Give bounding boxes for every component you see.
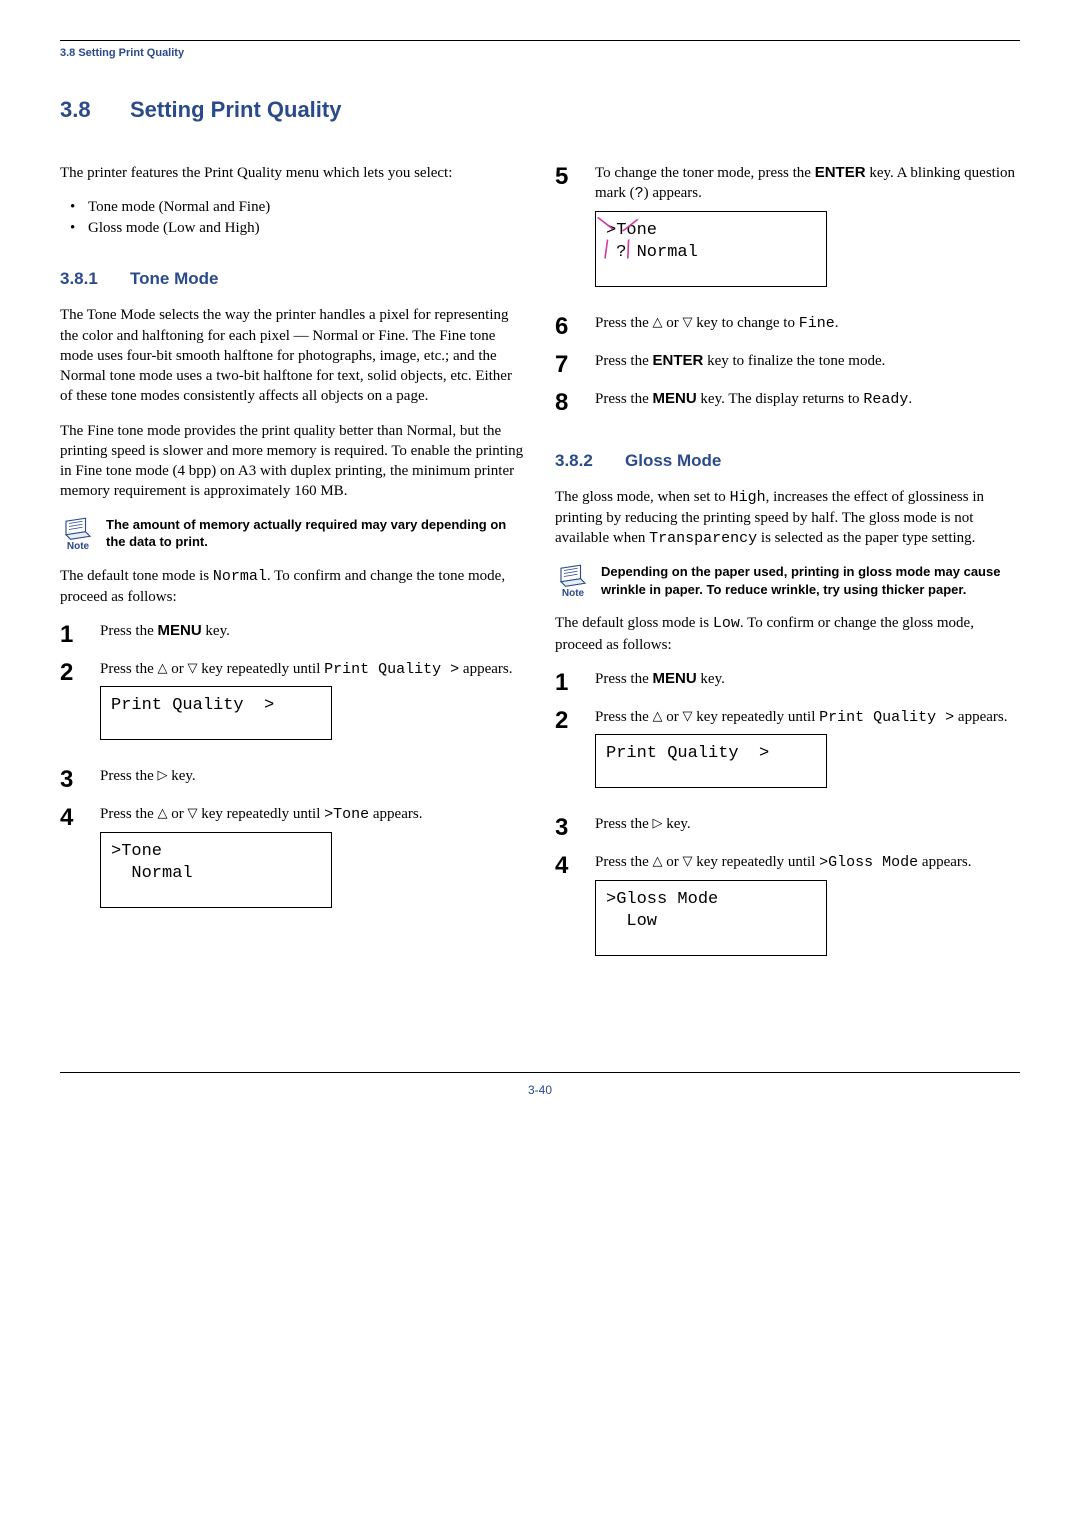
right-triangle-icon: ▷ — [158, 767, 168, 782]
up-triangle-icon: △ — [653, 708, 663, 723]
down-triangle-icon: ▽ — [188, 660, 198, 675]
step-number: 2 — [555, 707, 579, 802]
subsection-number: 3.8.1 — [60, 269, 130, 289]
subsection-title: 3.8.2Gloss Mode — [555, 451, 1020, 471]
up-triangle-icon: △ — [158, 660, 168, 675]
subsection-text: Tone Mode — [130, 269, 218, 288]
note-block: Note Depending on the paper used, printi… — [555, 563, 1020, 599]
step-number: 7 — [555, 351, 579, 377]
down-triangle-icon: ▽ — [683, 853, 693, 868]
lcd-display-blinking: ╲╱╲╱>Tone ? Normal — [595, 211, 827, 287]
step-number: 5 — [555, 163, 579, 301]
step-1: 1 Press the MENU key. — [60, 621, 525, 647]
section-number: 3.8 — [60, 97, 130, 123]
intro-paragraph: The printer features the Print Quality m… — [60, 163, 525, 183]
step-8: 8 Press the MENU key. The display return… — [555, 389, 1020, 415]
up-triangle-icon: △ — [158, 805, 168, 820]
step-4: 4 Press the △ or ▽ key repeatedly until … — [60, 804, 525, 921]
step-number: 6 — [555, 313, 579, 339]
bullet-item: Gloss mode (Low and High) — [60, 218, 525, 239]
down-triangle-icon: ▽ — [683, 708, 693, 723]
right-triangle-icon: ▷ — [653, 815, 663, 830]
up-triangle-icon: △ — [653, 314, 663, 329]
lcd-display: >Gloss Mode Low — [595, 880, 827, 956]
step-number: 1 — [60, 621, 84, 647]
section-text: Setting Print Quality — [130, 97, 341, 122]
subsection-number: 3.8.2 — [555, 451, 625, 471]
lcd-display: >Tone Normal — [100, 832, 332, 908]
step-number: 8 — [555, 389, 579, 415]
page-title: 3.8Setting Print Quality — [60, 97, 1020, 123]
step-number: 3 — [60, 766, 84, 792]
note-block: Note The amount of memory actually requi… — [60, 516, 525, 552]
subsection-title: 3.8.1Tone Mode — [60, 269, 525, 289]
up-triangle-icon: △ — [653, 853, 663, 868]
body-paragraph: The Tone Mode selects the way the printe… — [60, 305, 525, 406]
lcd-display: Print Quality > — [595, 734, 827, 788]
step-5: 5 To change the toner mode, press the EN… — [555, 163, 1020, 301]
body-paragraph: The Fine tone mode provides the print qu… — [60, 421, 525, 502]
step-6: 6 Press the △ or ▽ key to change to Fine… — [555, 313, 1020, 339]
step-4: 4 Press the △ or ▽ key repeatedly until … — [555, 852, 1020, 969]
step-1: 1 Press the MENU key. — [555, 669, 1020, 695]
note-icon — [63, 516, 93, 540]
bullet-item: Tone mode (Normal and Fine) — [60, 197, 525, 218]
note-text: Depending on the paper used, printing in… — [601, 563, 1020, 599]
step-number: 1 — [555, 669, 579, 695]
step-number: 4 — [555, 852, 579, 969]
page-number: 3-40 — [60, 1083, 1020, 1097]
note-label: Note — [60, 541, 96, 552]
down-triangle-icon: ▽ — [188, 805, 198, 820]
step-number: 3 — [555, 814, 579, 840]
body-paragraph: The gloss mode, when set to High, increa… — [555, 487, 1020, 550]
body-paragraph: The default tone mode is Normal. To conf… — [60, 566, 525, 608]
lcd-display: Print Quality > — [100, 686, 332, 740]
step-3: 3 Press the ▷ key. — [555, 814, 1020, 840]
subsection-text: Gloss Mode — [625, 451, 721, 470]
breadcrumb: 3.8 Setting Print Quality — [60, 47, 1020, 59]
down-triangle-icon: ▽ — [683, 314, 693, 329]
step-number: 2 — [60, 659, 84, 754]
body-paragraph: The default gloss mode is Low. To confir… — [555, 613, 1020, 655]
note-label: Note — [555, 588, 591, 599]
step-3: 3 Press the ▷ key. — [60, 766, 525, 792]
step-2: 2 Press the △ or ▽ key repeatedly until … — [555, 707, 1020, 802]
note-icon — [558, 563, 588, 587]
step-2: 2 Press the △ or ▽ key repeatedly until … — [60, 659, 525, 754]
step-number: 4 — [60, 804, 84, 921]
note-text: The amount of memory actually required m… — [106, 516, 525, 552]
step-7: 7 Press the ENTER key to finalize the to… — [555, 351, 1020, 377]
